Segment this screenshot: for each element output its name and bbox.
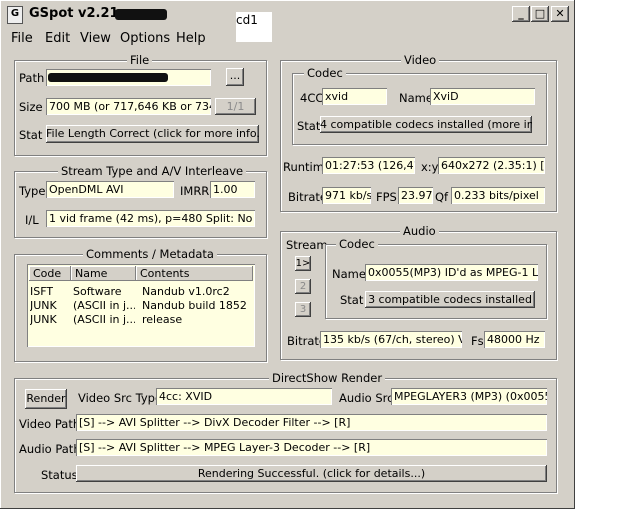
sample-rate-field: 48000 Hz xyxy=(484,331,545,348)
video-src-type-field: 4cc: XVID xyxy=(156,388,332,405)
row-2-name: (ASCII in j... xyxy=(73,299,135,312)
path-label: Path xyxy=(19,71,45,85)
resolution-field: 640x272 (2.35:1) [=40 xyxy=(438,157,545,174)
redacted-path-scribble xyxy=(48,73,168,82)
video-group-title: Video xyxy=(401,53,440,67)
video-codec-title: Codec xyxy=(304,66,346,80)
row-3-code: JUNK xyxy=(30,313,57,326)
interleave-label: I/L xyxy=(25,213,39,227)
menu-view[interactable]: View xyxy=(80,31,111,46)
audio-src-label: Audio Src xyxy=(339,391,394,405)
app-icon: G xyxy=(7,6,23,24)
overlay-note-label: cd1 xyxy=(236,13,258,27)
sample-rate-label: Fs xyxy=(471,334,484,348)
qf-field: 0.233 bits/pixel xyxy=(451,187,545,204)
column-header-contents[interactable]: Contents xyxy=(136,266,253,281)
size-unit-button[interactable]: 1/1 xyxy=(215,98,256,115)
column-header-code[interactable]: Code xyxy=(29,266,71,281)
video-name-field: XviD xyxy=(430,88,535,105)
fourcc-label: 4CC xyxy=(300,91,324,105)
size-label: Size xyxy=(19,100,43,114)
file-stat-button[interactable]: File Length Correct (click for more info… xyxy=(46,125,259,143)
row-3-contents: release xyxy=(142,313,183,326)
row-2-contents: Nandub build 1852 xyxy=(142,299,247,312)
video-stat-label: Stat xyxy=(297,119,321,133)
row-1-name: Software xyxy=(73,285,122,298)
browse-button[interactable]: ... xyxy=(226,68,244,86)
audio-stream-2-button[interactable]: 2 xyxy=(295,279,311,294)
row-1-code: ISFT xyxy=(30,285,54,298)
imrr-label: IMRR xyxy=(180,184,210,198)
render-status-label: Status xyxy=(41,468,78,482)
video-codec-group xyxy=(292,73,547,145)
window-title: GSpot v2.21: xyxy=(29,6,124,21)
audio-name-label: Name xyxy=(332,267,366,281)
audio-src-field: MPEGLAYER3 (MP3) (0x0055) xyxy=(391,388,547,405)
row-2-code: JUNK xyxy=(30,299,57,312)
video-name-label: Name xyxy=(399,91,433,105)
video-path-field: [S] --> AVI Splitter --> DivX Decoder Fi… xyxy=(76,414,547,431)
row-1-contents: Nandub v1.0rc2 xyxy=(142,285,230,298)
close-button[interactable]: ✕ xyxy=(551,6,569,22)
file-stat-label: Stat xyxy=(19,128,43,142)
video-bitrate-field: 971 kb/s xyxy=(322,187,371,204)
audio-stat-button[interactable]: 3 compatible codecs installed xyxy=(365,291,535,308)
interleave-field: 1 vid frame (42 ms), p=480 Split: No xyxy=(46,210,255,227)
size-field: 700 MB (or 717,646 KB or 734,86 xyxy=(46,98,211,115)
row-3-name: (ASCII in j... xyxy=(73,313,135,326)
column-header-name[interactable]: Name xyxy=(71,266,136,281)
audio-stream-3-button[interactable]: 3 xyxy=(295,302,311,317)
maximize-button[interactable]: □ xyxy=(531,6,549,22)
audio-stream-1-button[interactable]: 1> xyxy=(295,256,311,271)
fourcc-field: xvid xyxy=(322,88,387,105)
render-status-button[interactable]: Rendering Successful. (click for details… xyxy=(76,465,547,482)
fps-field: 23.97 xyxy=(398,187,433,204)
menu-file[interactable]: File xyxy=(11,31,33,46)
type-label: Type xyxy=(19,184,46,198)
path-field[interactable] xyxy=(46,69,211,86)
directshow-group-title: DirectShow Render xyxy=(269,371,386,385)
menu-options[interactable]: Options xyxy=(120,31,170,46)
qf-label: Qf xyxy=(435,190,449,204)
type-field: OpenDML AVI xyxy=(46,181,174,198)
audio-codec-title: Codec xyxy=(336,237,378,251)
menu-help[interactable]: Help xyxy=(176,31,206,46)
minimize-button[interactable]: _ xyxy=(512,6,530,22)
gspot-window: G GSpot v2.21: _ □ ✕ File Edit View Opti… xyxy=(0,0,575,509)
menu-edit[interactable]: Edit xyxy=(45,31,70,46)
runtime-field: 01:27:53 (126,417 xyxy=(322,157,415,174)
title-bar: G GSpot v2.21: _ □ ✕ xyxy=(3,3,572,25)
audio-group-title: Audio xyxy=(400,224,439,238)
render-button[interactable]: Render xyxy=(25,389,67,409)
video-path-label: Video Path xyxy=(19,417,81,431)
audio-path-field: [S] --> AVI Splitter --> MPEG Layer-3 De… xyxy=(76,439,547,456)
video-src-type-label: Video Src Type xyxy=(78,391,163,405)
fps-label: FPS xyxy=(376,190,397,204)
audio-name-field: 0x0055(MP3) ID'd as MPEG-1 Lay xyxy=(365,264,538,281)
metadata-list[interactable]: Code Name Contents ISFT Software Nandub … xyxy=(27,264,255,347)
comments-group-title: Comments / Metadata xyxy=(83,247,217,261)
file-group-title: File xyxy=(127,53,153,67)
audio-path-label: Audio Path xyxy=(19,442,81,456)
audio-bitrate-field: 135 kb/s (67/ch, stereo) VB xyxy=(320,331,462,348)
audio-stream-label: Stream xyxy=(286,238,328,252)
video-stat-button[interactable]: 4 compatible codecs installed (more info… xyxy=(320,116,532,133)
resolution-label: x:y xyxy=(421,160,439,174)
audio-stat-label: Stat xyxy=(340,293,364,307)
menu-bar: File Edit View Options Help xyxy=(3,28,572,48)
imrr-field: 1.00 xyxy=(210,181,255,198)
redacted-filename-scribble xyxy=(115,9,167,20)
stream-type-group-title: Stream Type and A/V Interleave xyxy=(58,164,247,178)
